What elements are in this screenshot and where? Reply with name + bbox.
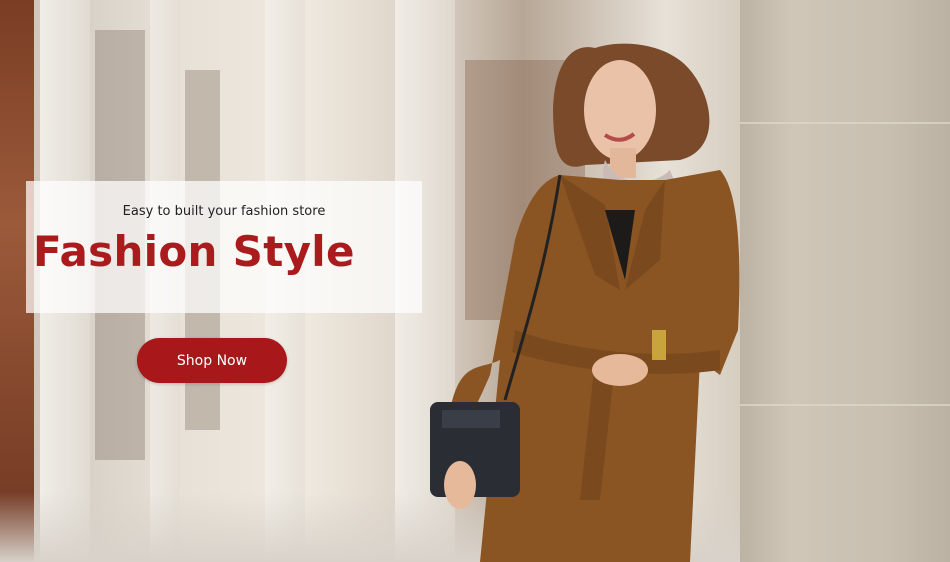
hero-text-panel: Easy to built your fashion store Fashion… [26, 181, 422, 313]
hero-headline: Fashion Style [33, 227, 355, 276]
stone-pillar [740, 0, 950, 562]
pillar-seam [740, 404, 950, 406]
model-face [584, 60, 656, 160]
shop-now-button[interactable]: Shop Now [137, 338, 287, 383]
hero-tagline: Easy to built your fashion store [122, 204, 326, 219]
hero-banner: Easy to built your fashion store Fashion… [0, 0, 950, 562]
model-photo [430, 43, 740, 562]
pillar-seam [740, 122, 950, 124]
